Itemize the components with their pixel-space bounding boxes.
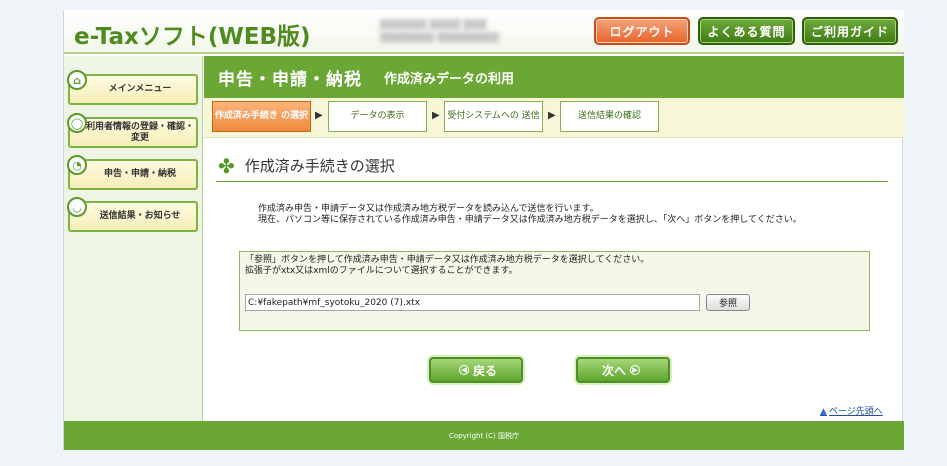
step-send: 受付システムへの 送信	[444, 101, 543, 132]
clover-icon: ✤	[218, 153, 235, 178]
page-top-label: ページ先頭へ	[828, 407, 883, 417]
sidebar-item-main-menu[interactable]: ⌂ メインメニュー	[67, 70, 198, 105]
copyright: Copyright (C) 国税庁	[448, 431, 519, 440]
step-display-data: データの表示	[328, 101, 427, 132]
sidebar-item-label: 送信結果・お知らせ	[99, 211, 181, 221]
browse-button[interactable]: 参照	[706, 294, 750, 311]
sidebar-item-filing[interactable]: ◔ 申告・申請・納税	[67, 155, 198, 190]
sidebar-item-results[interactable]: ◡ 送信結果・お知らせ	[67, 197, 198, 232]
page-title: 申告・申請・納税	[218, 69, 362, 90]
guide-button[interactable]: ご利用ガイド	[802, 17, 898, 45]
back-arrow-icon: ◀	[458, 365, 469, 375]
file-path-input[interactable]	[245, 294, 700, 311]
sidebar: ⌂ メインメニュー ◯ 利用者情報の登録・確認・変更 ◔ 申告・申請・納税 ◡ …	[64, 56, 203, 421]
file-select-panel: 「参照」ボタンを押して作成済み申告・申請データ又は作成済み地方税データを選択して…	[239, 251, 870, 331]
step-arrow-icon: ▶	[315, 110, 323, 121]
description-line: 作成済み申告・申請データ又は作成済み地方税データを読み込んで送信を行います。	[258, 204, 599, 214]
sidebar-item-label: 利用者情報の登録・確認・変更	[85, 121, 194, 143]
header: e-Taxソフト(WEB版) ▇▇▇▇▇▇ ▇▇▇▇ ▇▇▇ ▇▇▇▇▇▇▇ ▇▇…	[64, 10, 904, 54]
logout-button[interactable]: ログアウト	[594, 17, 690, 45]
up-arrow-icon: ▲	[820, 407, 827, 417]
app-logo: e-Taxソフト(WEB版)	[74, 24, 311, 50]
step-arrow-icon: ▶	[432, 110, 440, 121]
panel-instructions: 「参照」ボタンを押して作成済み申告・申請データ又は作成済み地方税データを選択して…	[245, 255, 649, 277]
user-icon: ◯	[67, 113, 87, 133]
home-icon: ⌂	[67, 70, 87, 90]
description-line: 現在、パソコン等に保存されている作成済み申告・申請データ又は作成済み地方税データ…	[258, 215, 802, 225]
document-icon: ◔	[67, 155, 87, 175]
mail-icon: ◡	[67, 197, 87, 217]
footer: Copyright (C) 国税庁	[64, 421, 904, 450]
back-button[interactable]: ◀ 戻る	[429, 357, 523, 383]
sidebar-item-user-info[interactable]: ◯ 利用者情報の登録・確認・変更	[67, 113, 198, 148]
step-select-procedure: 作成済み手続き の選択	[212, 101, 311, 132]
section-title: 作成済み手続きの選択	[244, 157, 395, 175]
panel-instruction-line: 拡張子がxtx又はxmlのファイルについて選択することができます。	[245, 266, 518, 276]
next-arrow-icon: ▶	[630, 365, 640, 375]
sidebar-item-label: 申告・申請・納税	[103, 169, 176, 179]
panel-instruction-line: 「参照」ボタンを押して作成済み申告・申請データ又は作成済み地方税データを選択して…	[245, 255, 650, 265]
section-heading: ✤ 作成済み手続きの選択	[216, 150, 888, 182]
faq-button[interactable]: よくある質問	[698, 17, 795, 45]
description: 作成済み申告・申請データ又は作成済み地方税データを読み込んで送信を行います。 現…	[258, 204, 898, 226]
next-label: 次へ	[601, 363, 626, 378]
step-confirm-result: 送信結果の確認	[560, 101, 659, 132]
sidebar-item-label: メインメニュー	[108, 84, 172, 94]
page-titlebar: 申告・申請・納税 作成済みデータの利用	[204, 56, 904, 98]
user-info-blurred: ▇▇▇▇▇▇ ▇▇▇▇ ▇▇▇ ▇▇▇▇▇▇▇ ▇▇▇▇▇▇▇▇	[380, 19, 499, 43]
step-progress: 作成済み手続き の選択 ▶ データの表示 ▶ 受付システムへの 送信 ▶ 送信結…	[204, 98, 904, 138]
page-top-link[interactable]: ▲ ページ先頭へ	[820, 404, 883, 417]
app-frame: e-Taxソフト(WEB版) ▇▇▇▇▇▇ ▇▇▇▇ ▇▇▇ ▇▇▇▇▇▇▇ ▇▇…	[63, 10, 904, 450]
back-label: 戻る	[472, 363, 497, 378]
page-subtitle: 作成済みデータの利用	[384, 71, 515, 87]
next-button[interactable]: 次へ ▶	[576, 357, 670, 383]
step-arrow-icon: ▶	[548, 110, 556, 121]
